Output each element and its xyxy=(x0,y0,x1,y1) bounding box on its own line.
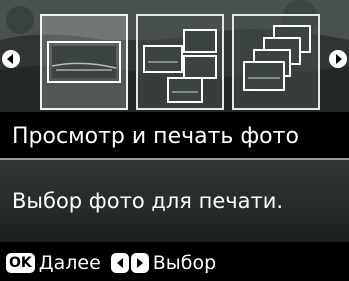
button-hint-bar: OK Далее Выбор xyxy=(0,244,349,281)
photo-stack-icon xyxy=(243,25,311,91)
single-photo-icon xyxy=(47,41,121,83)
mode-carousel xyxy=(0,0,349,112)
scroll-right-arrow-icon[interactable] xyxy=(329,50,347,68)
mode-title-bar: Просмотр и печать фото xyxy=(0,114,349,160)
mode-title: Просмотр и печать фото xyxy=(12,123,299,149)
left-right-buttons-icon xyxy=(110,252,149,274)
tile-multi-photo[interactable] xyxy=(136,14,224,110)
ok-button-icon: OK xyxy=(6,252,35,273)
tile-single-photo[interactable] xyxy=(40,14,128,110)
next-hint-label: Далее xyxy=(38,251,101,274)
printer-lcd-screen: Просмотр и печать фото Выбор фото для пе… xyxy=(0,0,349,281)
multi-photo-icon xyxy=(143,29,217,103)
select-hint-label: Выбор xyxy=(152,251,217,274)
mode-description: Выбор фото для печати. xyxy=(12,189,284,213)
mode-description-panel: Выбор фото для печати. xyxy=(0,160,349,242)
scroll-left-arrow-icon[interactable] xyxy=(2,50,20,68)
tile-photo-stack[interactable] xyxy=(232,14,320,110)
